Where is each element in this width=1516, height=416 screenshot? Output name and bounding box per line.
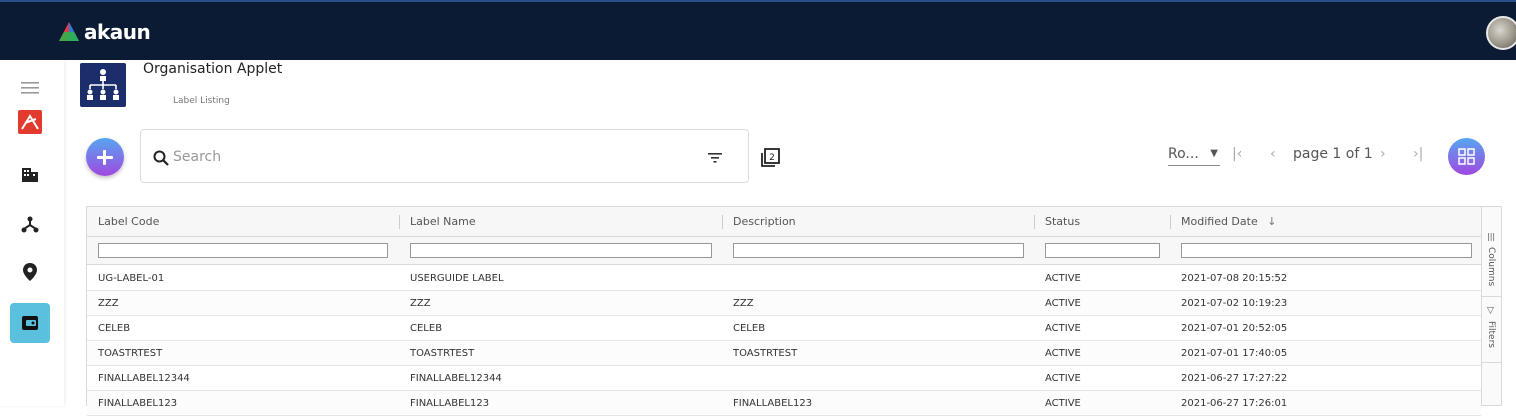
grid-icon (1458, 148, 1475, 165)
table-row[interactable]: FINALLABEL123 FINALLABEL123 FINALLABEL123 A… (87, 391, 1481, 416)
filter-funnel-icon: ▽ (1487, 306, 1494, 316)
columns-tab[interactable]: ||| Columns (1482, 221, 1502, 297)
table-row[interactable]: ZZZ ZZZ ZZZ ACTIVE 2021-07-02 10:19:23 (87, 291, 1481, 316)
acrobat-like-icon[interactable] (10, 102, 50, 142)
columns-icon: ||| (1487, 232, 1496, 241)
add-label-button[interactable] (86, 138, 124, 176)
network-icon[interactable] (10, 204, 50, 244)
building-icon[interactable] (10, 154, 50, 194)
first-page-icon[interactable]: |‹ (1232, 146, 1242, 162)
cell-name: TOASTRTEST (410, 348, 475, 359)
rows-per-page-select[interactable]: Ro... ▼ (1168, 146, 1220, 166)
cell-code: TOASTRTEST (98, 348, 163, 359)
brand-name: akaun (84, 20, 151, 44)
akaun-logo-icon (59, 22, 79, 41)
table-row[interactable]: FINALLABEL12344 FINALLABEL12344 ACTIVE 2021… (87, 366, 1481, 391)
page-subtitle: Label Listing (173, 96, 230, 106)
chevron-down-icon: ▼ (1210, 148, 1218, 159)
cell-modified: 2021-07-01 20:52:05 (1181, 323, 1288, 334)
search-box (140, 129, 749, 183)
cell-modified: 2021-07-02 10:19:23 (1181, 298, 1288, 309)
column-header-label-code[interactable]: Label Code (87, 207, 399, 237)
table-row[interactable]: CELEB CELEB CELEB ACTIVE 2021-07-01 20:52:05 (87, 316, 1481, 341)
svg-text:2: 2 (769, 153, 775, 163)
cell-modified: 2021-06-27 17:27:22 (1181, 373, 1288, 384)
copy-icon[interactable]: 2 (760, 148, 780, 168)
cell-code: ZZZ (98, 298, 119, 309)
filter-input-label-name[interactable] (410, 243, 712, 258)
columns-tab-label: Columns (1486, 247, 1496, 287)
next-page-icon[interactable]: › (1380, 146, 1386, 162)
cell-name: FINALLABEL12344 (410, 373, 502, 384)
column-header-description[interactable]: Description (722, 207, 1034, 237)
grid-view-button[interactable] (1448, 138, 1485, 175)
cell-description: ZZZ (733, 298, 754, 309)
column-header-modified-date[interactable]: Modified Date ↓ (1170, 207, 1470, 237)
filter-input-status[interactable] (1045, 243, 1160, 258)
filters-tab-label: Filters (1486, 321, 1496, 348)
cell-modified: 2021-07-01 17:40:05 (1181, 348, 1288, 359)
filter-input-description[interactable] (733, 243, 1024, 258)
rows-per-page-value: Ro... (1168, 146, 1199, 162)
search-icon (153, 150, 169, 166)
user-avatar[interactable] (1486, 16, 1516, 50)
cell-code: FINALLABEL123 (98, 398, 178, 409)
label-tag-icon[interactable] (10, 303, 50, 343)
cell-description: FINALLABEL123 (733, 398, 813, 409)
cell-status: ACTIVE (1045, 373, 1081, 384)
top-bar: akaun (0, 0, 1516, 60)
search-input[interactable] (173, 146, 673, 168)
label-table: Label Code Label Name Description Status… (86, 206, 1482, 416)
filter-icon[interactable] (708, 152, 722, 164)
table-row[interactable]: TOASTRTEST TOASTRTEST TOASTRTEST ACTIVE 2021… (87, 341, 1481, 366)
column-header-label-name[interactable]: Label Name (399, 207, 722, 237)
cell-description: CELEB (733, 323, 766, 334)
cell-status: ACTIVE (1045, 298, 1081, 309)
prev-page-icon[interactable]: ‹ (1270, 146, 1276, 162)
cell-status: ACTIVE (1045, 398, 1081, 409)
filter-row (87, 237, 1481, 265)
table-header: Label Code Label Name Description Status… (87, 207, 1481, 237)
side-tool-panel: ||| Columns ▽ Filters (1482, 206, 1502, 406)
last-page-icon[interactable]: ›| (1413, 146, 1423, 162)
cell-status: ACTIVE (1045, 273, 1081, 284)
left-navigation-rail (0, 60, 64, 406)
brand-logo[interactable]: akaun (58, 20, 151, 44)
cell-modified: 2021-06-27 17:26:01 (1181, 398, 1288, 409)
page-indicator: page 1 of 1 (1293, 146, 1373, 162)
cell-code: FINALLABEL12344 (98, 373, 190, 384)
cell-modified: 2021-07-08 20:15:52 (1181, 273, 1288, 284)
cell-name: CELEB (410, 323, 443, 334)
cell-status: ACTIVE (1045, 348, 1081, 359)
modified-date-header-label: Modified Date (1181, 215, 1258, 228)
sort-desc-icon: ↓ (1267, 215, 1277, 228)
filter-input-label-code[interactable] (98, 243, 388, 258)
cell-name: USERGUIDE LABEL (410, 273, 504, 284)
filter-input-modified-date[interactable] (1181, 243, 1472, 258)
cell-name: FINALLABEL123 (410, 398, 490, 409)
organisation-applet-icon (80, 63, 126, 107)
column-header-status[interactable]: Status (1034, 207, 1170, 237)
cell-description: TOASTRTEST (733, 348, 798, 359)
cell-description (722, 366, 1034, 391)
cell-code: CELEB (98, 323, 131, 334)
filters-tab[interactable]: ▽ Filters (1482, 297, 1502, 363)
location-pin-icon[interactable] (10, 252, 50, 292)
cell-description (722, 266, 1034, 291)
cell-code: UG-LABEL-01 (98, 273, 165, 284)
cell-status: ACTIVE (1045, 323, 1081, 334)
table-row[interactable]: UG-LABEL-01 USERGUIDE LABEL ACTIVE 2021-07-… (87, 266, 1481, 291)
applet-title: Organisation Applet (143, 61, 283, 77)
cell-name: ZZZ (410, 298, 431, 309)
